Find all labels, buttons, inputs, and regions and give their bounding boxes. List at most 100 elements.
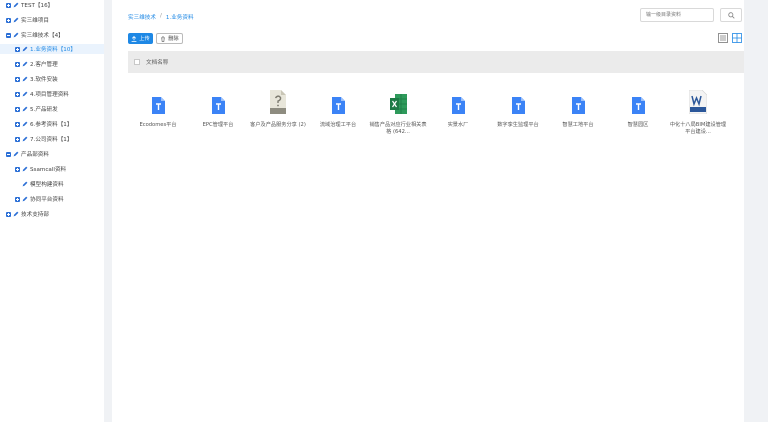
main-panel: 实三维技术 / 1.业务资料 上传 删除 文档名称 Ecodomes平台 EPC… [112,0,744,422]
document-icon [571,97,585,114]
pencil-icon [22,61,28,67]
tree-item-ye-wu-zi-liao[interactable]: 1.业务资料【10】 [0,44,104,54]
tree-item-ke-hu-guan-li[interactable]: 2.客户管理 [15,59,58,69]
trash-icon [161,35,166,42]
tree-item-chan-pin-yan-fa[interactable]: 5.产品研发 [15,104,58,114]
expand-icon[interactable] [15,91,20,97]
file-item[interactable]: 数字孪生监理平台 [488,86,548,129]
breadcrumb-current[interactable]: 1.业务资料 [166,13,194,21]
file-item[interactable]: 销售产品对应行业相关表格 (642... [368,86,428,136]
search-button[interactable] [720,8,742,22]
pencil-icon [22,196,28,202]
file-name: 中化十八局BIM建设管理平台建设... [669,122,727,135]
tree-item-mo-xing-gou-jian[interactable]: 模型构建资料 [22,179,64,189]
tree-item-label: 1.业务资料【10】 [30,47,77,53]
expand-icon[interactable] [6,2,11,8]
tree-item-shi-san-wei-xiang-mu[interactable]: 实三维项目 [6,15,49,25]
pencil-icon [22,121,28,127]
tree-item-chan-pin-bu-zi-liao[interactable]: 产品部资料 [6,149,49,159]
pencil-icon [13,17,19,23]
tree-item-label: 实三维技术【4】 [21,33,64,39]
search-icon [727,11,735,19]
tree-item-gong-si-zi-liao[interactable]: 7.公司资料【1】 [15,134,72,144]
file-item[interactable]: 实景水厂 [428,86,488,129]
file-name: 销售产品对应行业相关表格 (642... [369,122,427,135]
pencil-icon [13,211,19,217]
tree-item-label: 协同平台资料 [30,197,64,203]
file-item[interactable]: Ecodomes平台 [128,86,188,129]
file-item[interactable]: 客户及产品服务分享 (2) [248,86,308,129]
file-name: Ecodomes平台 [139,122,177,128]
document-icon [451,97,465,114]
delete-label: 删除 [168,36,179,42]
select-all-checkbox[interactable] [134,59,140,65]
document-icon [631,97,645,114]
pencil-icon [22,106,28,112]
pencil-icon [22,91,28,97]
document-icon [331,97,345,114]
pencil-icon [13,2,19,8]
expand-icon[interactable] [15,76,20,82]
list-view-icon[interactable] [718,33,728,43]
tree-item-label: 产品部资料 [21,152,49,158]
search-input[interactable] [640,8,714,22]
column-header-name: 文档名称 [146,60,169,66]
collapse-icon[interactable] [6,32,11,38]
pencil-icon [22,136,28,142]
file-item[interactable]: 中化十八局BIM建设管理平台建设... [668,86,728,136]
delete-button[interactable]: 删除 [156,33,183,44]
expand-icon[interactable] [15,196,20,202]
expand-icon[interactable] [15,136,20,142]
file-name: 客户及产品服务分享 (2) [250,122,306,128]
file-name: 流域治理工平台 [319,122,357,128]
tree-item-label: 3.软件安装 [30,77,58,83]
tree-item-ruan-jian-an-zhuang[interactable]: 3.软件安装 [15,74,58,84]
file-item[interactable]: 流域治理工平台 [308,86,368,129]
file-name: 实景水厂 [447,122,469,128]
tree-item-can-kao-zi-liao[interactable]: 6.参考资料【1】 [15,119,72,129]
upload-icon [131,35,137,42]
tree-item-ssamcall[interactable]: Ssamcall资料 [15,164,66,174]
tree-item-xie-tong-ping-tai[interactable]: 协同平台资料 [15,194,64,204]
tree-item-label: 实三维项目 [21,18,49,24]
document-icon [211,97,225,114]
document-icon [151,97,165,114]
expand-icon[interactable] [15,106,20,112]
file-list-header: 文档名称 [128,51,744,73]
tree-item-label: 2.客户管理 [30,62,58,68]
expand-icon[interactable] [6,17,11,23]
breadcrumb-separator: / [159,13,162,19]
file-name: 数字孪生监理平台 [497,122,539,128]
tree-item-label: Ssamcall资料 [30,167,67,173]
pencil-icon [22,181,28,187]
tree-item-ji-shu-zhi-chi-bu[interactable]: 技术支持部 [6,209,49,219]
tree-item-xiang-mu-guan-li[interactable]: 4.项目管理资料 [15,89,69,99]
tree-item-shi-san-wei-ji-shu[interactable]: 实三维技术【4】 [6,30,64,40]
file-item[interactable]: 智慧园区 [608,86,668,129]
unknown-file-icon [270,90,286,114]
file-name: 智慧园区 [627,122,649,128]
file-item[interactable]: 智慧工地平台 [548,86,608,129]
tree-item-label: 技术支持部 [21,212,49,218]
pencil-icon [13,32,19,38]
grid-view-icon[interactable] [732,33,742,43]
tree-item-label: 7.公司资料【1】 [30,137,73,143]
tree-item-label: TEST【16】 [21,3,54,9]
expand-icon[interactable] [15,46,20,52]
breadcrumb-root[interactable]: 实三维技术 [128,13,156,21]
file-name: EPC管理平台 [202,122,234,128]
tree-item-test[interactable]: TEST【16】 [6,0,53,10]
word-doc-icon [689,90,707,114]
breadcrumb: 实三维技术 / 1.业务资料 [128,13,194,21]
tree-item-label: 6.参考资料【1】 [30,122,73,128]
collapse-icon[interactable] [6,151,11,157]
upload-button[interactable]: 上传 [128,33,153,44]
file-item[interactable]: EPC管理平台 [188,86,248,129]
pencil-icon [22,46,28,52]
tree-item-label: 模型构建资料 [30,182,64,188]
pencil-icon [22,166,28,172]
expand-icon[interactable] [15,121,20,127]
expand-icon[interactable] [6,211,11,217]
expand-icon[interactable] [15,166,20,172]
expand-icon[interactable] [15,61,20,67]
